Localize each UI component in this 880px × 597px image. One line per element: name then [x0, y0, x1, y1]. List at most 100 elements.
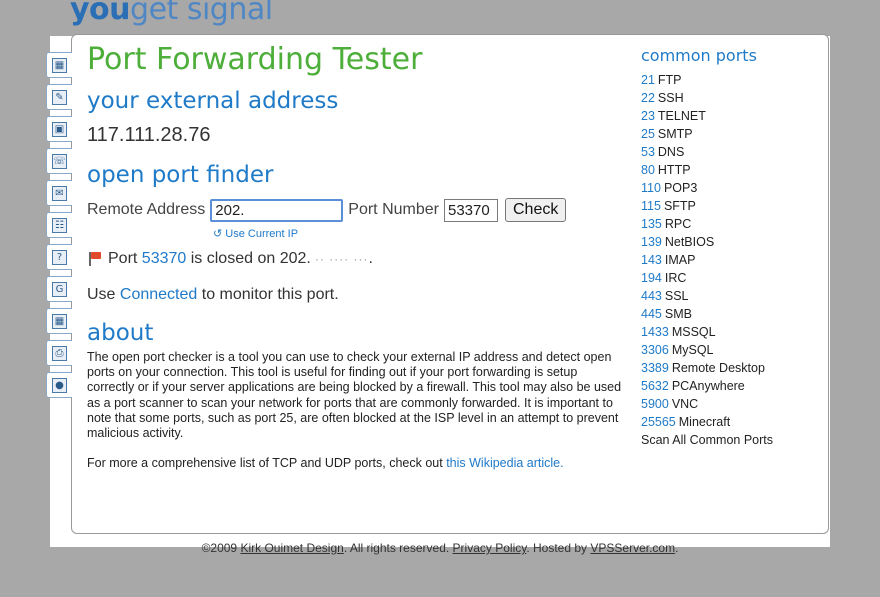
port-service-name: Minecraft — [678, 415, 731, 429]
image-icon: ▣ — [52, 122, 67, 137]
port-list-item[interactable]: 21 FTP — [641, 71, 773, 89]
port-list-item[interactable]: 5632 PCAnywhere — [641, 377, 773, 395]
result-masked-ip: ·· ···· ··· — [314, 252, 369, 266]
port-list-item[interactable]: 25 SMTP — [641, 125, 773, 143]
port-number-link[interactable]: 23 — [641, 109, 655, 123]
tab-email[interactable]: ✉ — [46, 180, 72, 206]
port-list-item[interactable]: 23 TELNET — [641, 107, 773, 125]
remote-address-input[interactable] — [210, 198, 344, 222]
tab-globe[interactable]: ● — [46, 372, 72, 398]
port-number-link[interactable]: 445 — [641, 307, 662, 321]
port-number-link[interactable]: 115 — [641, 199, 661, 213]
logo-you: you — [70, 0, 131, 27]
port-list-item[interactable]: 1433 MSSQL — [641, 323, 773, 341]
port-number-label: Port Number — [348, 201, 439, 218]
scan-all-link[interactable]: Scan All Common Ports — [641, 431, 773, 449]
port-service-name: MSSQL — [671, 325, 716, 339]
tab-phone[interactable]: ☏ — [46, 148, 72, 174]
port-list-item[interactable]: 25565 Minecraft — [641, 413, 773, 431]
port-number-input[interactable] — [443, 198, 498, 222]
port-service-name: SMB — [664, 307, 692, 321]
port-list-item[interactable]: 110 POP3 — [641, 179, 773, 197]
port-number-link[interactable]: 80 — [641, 163, 655, 177]
tab-printer[interactable]: ⎙ — [46, 340, 72, 366]
footer-end: . — [675, 541, 679, 555]
port-service-name: TELNET — [657, 109, 706, 123]
phone-icon: ☏ — [52, 154, 67, 169]
port-list-item[interactable]: 443 SSL — [641, 287, 773, 305]
tab-network[interactable]: ☷ — [46, 212, 72, 238]
page-title: Port Forwarding Tester — [87, 42, 423, 77]
port-list-item[interactable]: 22 SSH — [641, 89, 773, 107]
port-number-link[interactable]: 3306 — [641, 343, 669, 357]
port-number-link[interactable]: 135 — [641, 217, 662, 231]
port-number-link[interactable]: 194 — [641, 271, 662, 285]
windows-icon: ▦ — [52, 314, 67, 329]
port-list-item[interactable]: 80 HTTP — [641, 161, 773, 179]
result-suffix: . — [368, 250, 373, 267]
port-list-item[interactable]: 3389 Remote Desktop — [641, 359, 773, 377]
connected-link[interactable]: Connected — [120, 286, 197, 303]
port-result: Port 53370 is closed on 202. ·· ···· ···. — [87, 250, 373, 268]
port-number-link[interactable]: 139 — [641, 235, 662, 249]
port-number-link[interactable]: 3389 — [641, 361, 669, 375]
port-service-name: POP3 — [663, 181, 698, 195]
port-list-item[interactable]: 3306 MySQL — [641, 341, 773, 359]
port-number-link[interactable]: 110 — [641, 181, 661, 195]
port-service-name: VNC — [671, 397, 699, 411]
common-ports-list: 21 FTP 22 SSH 23 TELNET 25 SMTP 53 DNS 80 HTTP 110 PO… — [641, 71, 773, 431]
more-info-line: For more a comprehensive list of TCP and… — [87, 456, 564, 470]
port-number-link[interactable]: 5632 — [641, 379, 669, 393]
monitor-line: Use Connected to monitor this port. — [87, 286, 339, 304]
port-list-item[interactable]: 139 NetBIOS — [641, 233, 773, 251]
common-ports-heading: common ports — [641, 46, 757, 65]
port-list-item[interactable]: 53 DNS — [641, 143, 773, 161]
result-port-link[interactable]: 53370 — [142, 250, 187, 268]
port-number-link[interactable]: 1433 — [641, 325, 669, 339]
printer-icon: ⎙ — [52, 346, 67, 361]
port-list-item[interactable]: 135 RPC — [641, 215, 773, 233]
port-service-name: DNS — [657, 145, 685, 159]
port-list-item[interactable]: 194 IRC — [641, 269, 773, 287]
use-current-ip-link[interactable]: ↺ Use Current IP — [213, 227, 298, 240]
port-number-link[interactable]: 443 — [641, 289, 662, 303]
use-current-ip-label: Use Current IP — [225, 228, 299, 240]
port-number-link[interactable]: 25565 — [641, 415, 676, 429]
result-prefix: Port — [108, 250, 138, 267]
pencil-icon: ✎ — [52, 90, 67, 105]
wikipedia-link[interactable]: this Wikipedia article. — [446, 456, 563, 470]
site-logo[interactable]: youget signal — [70, 0, 273, 27]
port-service-name: SSL — [664, 289, 689, 303]
port-number-link[interactable]: 21 — [641, 73, 655, 87]
port-list-item[interactable]: 5900 VNC — [641, 395, 773, 413]
port-number-link[interactable]: 53 — [641, 145, 655, 159]
port-number-link[interactable]: 5900 — [641, 397, 669, 411]
port-service-name: IMAP — [664, 253, 696, 267]
port-number-link[interactable]: 22 — [641, 91, 655, 105]
port-list-item[interactable]: 143 IMAP — [641, 251, 773, 269]
tab-google[interactable]: G — [46, 276, 72, 302]
port-finder-form: Remote Address Port Number Check — [87, 198, 567, 222]
author-link[interactable]: Kirk Ouimet Design — [240, 541, 343, 555]
globe-icon: ● — [52, 378, 67, 393]
tab-windows[interactable]: ▦ — [46, 308, 72, 334]
tab-port-forwarding[interactable]: ▦ — [46, 52, 72, 78]
remote-address-label: Remote Address — [87, 201, 206, 218]
port-service-name: HTTP — [657, 163, 691, 177]
port-list-item[interactable]: 115 SFTP — [641, 197, 773, 215]
tab-tools[interactable]: ✎ — [46, 84, 72, 110]
tab-help[interactable]: ? — [46, 244, 72, 270]
port-service-name: SFTP — [663, 199, 696, 213]
port-number-link[interactable]: 25 — [641, 127, 655, 141]
tab-image[interactable]: ▣ — [46, 116, 72, 142]
port-service-name: RPC — [664, 217, 692, 231]
external-address-heading: your external address — [87, 88, 339, 114]
footer: ©2009 Kirk Ouimet Design. All rights res… — [0, 541, 880, 555]
port-list-item[interactable]: 445 SMB — [641, 305, 773, 323]
port-service-name: SMTP — [657, 127, 693, 141]
check-button[interactable]: Check — [504, 198, 567, 222]
port-number-link[interactable]: 143 — [641, 253, 662, 267]
privacy-policy-link[interactable]: Privacy Policy — [453, 541, 527, 555]
host-link[interactable]: VPSServer.com — [590, 541, 675, 555]
more-info-prefix: For more a comprehensive list of TCP and… — [87, 456, 443, 470]
